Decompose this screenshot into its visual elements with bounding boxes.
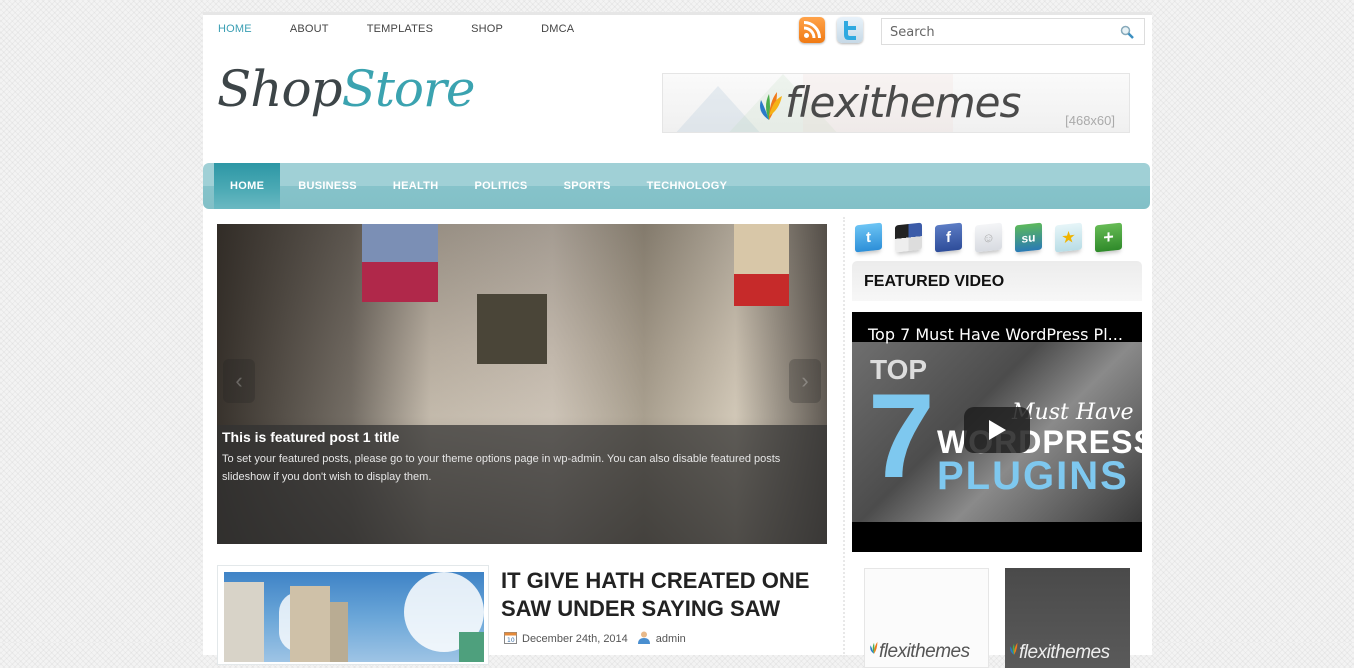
play-icon <box>989 420 1006 440</box>
featured-video-player[interactable]: Top 7 Must Have WordPress Pl... TOP 7 Mu… <box>852 312 1142 552</box>
twitter-icon[interactable] <box>837 17 863 43</box>
thumb-text-must: Must Have <box>1012 400 1134 425</box>
search-box <box>881 18 1145 45</box>
image-detail <box>330 602 348 662</box>
main-nav-health[interactable]: HEALTH <box>375 163 457 209</box>
chevron-right-icon: › <box>801 368 809 393</box>
slider-caption-title[interactable]: This is featured post 1 title <box>222 429 399 445</box>
ad-brand: flexithemes <box>879 641 970 662</box>
calendar-icon: 10 <box>504 631 517 647</box>
addthis-icon[interactable]: + <box>1095 222 1122 253</box>
sidebar-ad-2[interactable]: flexithemes <box>1005 568 1130 668</box>
slider-caption: This is featured post 1 title To set you… <box>217 425 827 544</box>
ad-brand: flexithemes <box>1019 642 1110 663</box>
search-icon[interactable] <box>1120 25 1134 44</box>
main-nav-sports[interactable]: SPORTS <box>546 163 629 209</box>
banner-brand: flexithemes <box>785 78 1021 127</box>
main-nav-business[interactable]: BUSINESS <box>280 163 375 209</box>
chevron-left-icon: ‹ <box>235 368 243 393</box>
site-logo[interactable]: ShopStore <box>217 60 476 118</box>
post-image <box>224 572 484 662</box>
post-meta: 10 December 24th, 2014 admin <box>504 630 686 647</box>
top-nav-home[interactable]: HOME <box>218 23 252 35</box>
play-button[interactable] <box>964 407 1030 453</box>
delicious-icon[interactable] <box>895 222 922 253</box>
post-title[interactable]: IT GIVE HATH CREATED ONE SAW UNDER SAYIN… <box>501 567 831 623</box>
featured-slider[interactable]: ‹ › This is featured post 1 title To set… <box>217 224 827 544</box>
main-nav: HOME BUSINESS HEALTH POLITICS SPORTS TEC… <box>203 163 1150 209</box>
plus-glyph: + <box>1103 226 1114 248</box>
favorites-icon[interactable]: ★ <box>1055 222 1082 253</box>
slider-prev-button[interactable]: ‹ <box>223 359 255 403</box>
header-social-links <box>799 17 863 43</box>
main-nav-home[interactable]: HOME <box>214 163 281 209</box>
rss-icon[interactable] <box>799 17 825 43</box>
banner-size-label: [468x60] <box>1065 113 1115 128</box>
image-detail <box>734 274 789 306</box>
sidebar-social-bookmarks: t f ☺ su ★ + <box>855 222 1122 253</box>
thumb-text-plugins: PLUGINS <box>937 454 1129 498</box>
user-icon <box>637 630 651 647</box>
twitter-bookmark-icon[interactable]: t <box>855 222 882 253</box>
image-detail <box>290 586 330 662</box>
top-nav-about[interactable]: ABOUT <box>290 23 329 35</box>
twitter-glyph: t <box>866 228 871 247</box>
top-nav-shop[interactable]: SHOP <box>471 23 503 35</box>
image-detail <box>734 224 789 274</box>
post-thumbnail[interactable] <box>217 565 489 665</box>
image-detail <box>362 262 438 302</box>
facebook-glyph: f <box>946 228 951 247</box>
widget-title: FEATURED VIDEO <box>864 273 1005 290</box>
main-nav-politics[interactable]: POLITICS <box>456 163 545 209</box>
svg-text:10: 10 <box>507 637 515 644</box>
slider-next-button[interactable]: › <box>789 359 821 403</box>
search-input[interactable] <box>888 24 1112 41</box>
page-container: HOME ABOUT TEMPLATES SHOP DMCA Search Sh… <box>203 12 1152 668</box>
flexithemes-logo-icon <box>755 86 783 127</box>
sidebar-ad-1[interactable]: flexithemes <box>864 568 989 668</box>
header-ad-banner[interactable]: flexithemes [468x60] <box>662 73 1130 133</box>
image-detail <box>459 632 484 662</box>
thumb-text-seven: 7 <box>868 369 935 503</box>
star-glyph: ★ <box>1062 228 1075 246</box>
slider-caption-text: To set your featured posts, please go to… <box>222 453 781 483</box>
top-nav: HOME ABOUT TEMPLATES SHOP DMCA <box>218 23 612 35</box>
image-detail <box>477 294 547 364</box>
logo-part-shop: Shop <box>217 60 343 118</box>
stumbleupon-icon[interactable]: su <box>1015 222 1042 253</box>
logo-part-store: Store <box>341 60 476 118</box>
stumbleupon-glyph: su <box>1021 229 1036 246</box>
image-detail <box>362 224 438 264</box>
myspace-icon[interactable]: ☺ <box>975 222 1002 253</box>
facebook-icon[interactable]: f <box>935 222 962 253</box>
image-detail <box>224 582 264 662</box>
myspace-glyph: ☺ <box>981 229 996 246</box>
main-nav-technology[interactable]: TECHNOLOGY <box>629 163 746 209</box>
top-nav-dmca[interactable]: DMCA <box>541 23 574 35</box>
top-nav-templates[interactable]: TEMPLATES <box>367 23 433 35</box>
column-divider <box>843 217 845 657</box>
video-title[interactable]: Top 7 Must Have WordPress Pl... <box>868 325 1123 344</box>
featured-video-widget-header: FEATURED VIDEO <box>852 261 1142 301</box>
